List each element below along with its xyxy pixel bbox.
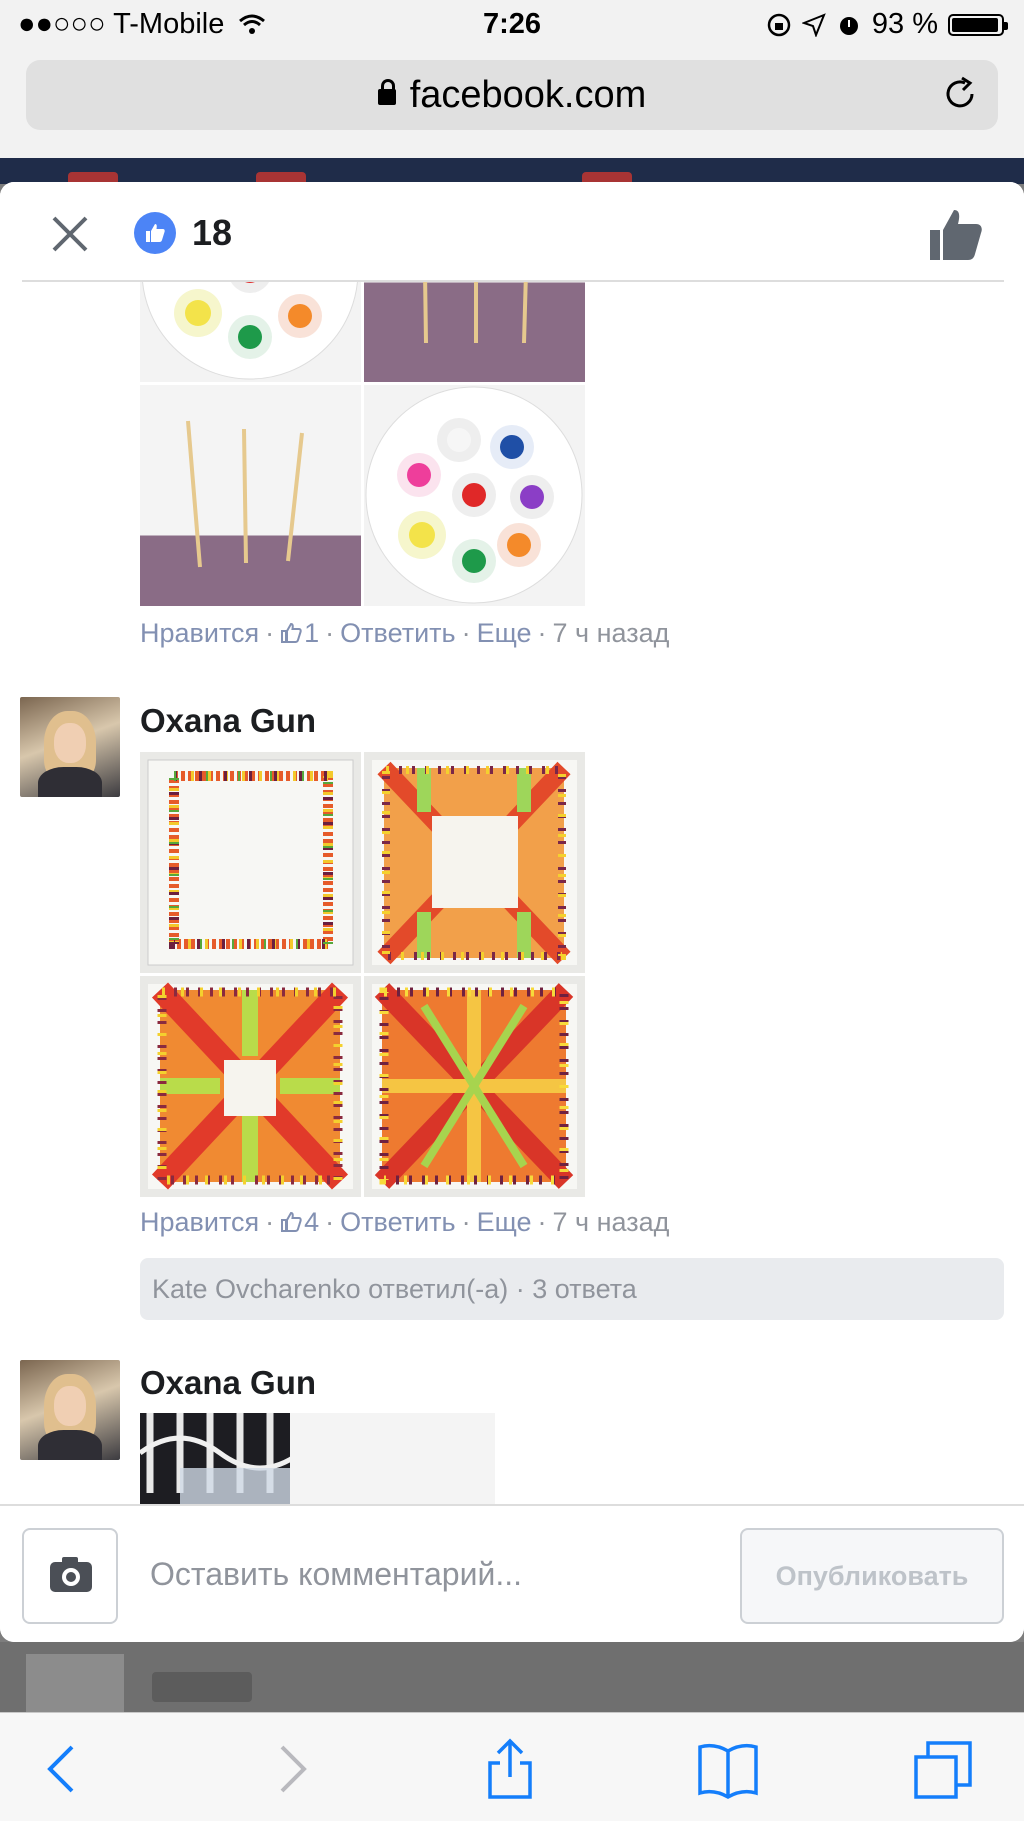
camera-button[interactable] (22, 1528, 118, 1624)
reply-link[interactable]: Ответить (340, 1207, 455, 1237)
comment-author[interactable]: Oxana Gun (140, 702, 316, 740)
photo-bead-bowls[interactable] (140, 282, 361, 382)
page-underlay (0, 1642, 1024, 1712)
reactions-summary[interactable]: 18 (134, 212, 232, 254)
photo-candy-plate-1[interactable] (140, 752, 361, 973)
photo-candy-plate-3[interactable] (140, 976, 361, 1197)
comment-2-actions: Нравится · 4 · Ответить · Еще · 7 ч назад (140, 1207, 670, 1237)
comment-author[interactable]: Oxana Gun (140, 1364, 316, 1402)
battery-percent: 93 % (871, 8, 938, 40)
address-text[interactable]: facebook.com (26, 74, 998, 117)
status-bar: ●●○○○ T-Mobile 7:26 93 % (0, 0, 1024, 50)
location-icon (801, 12, 826, 37)
bookmarks-icon[interactable] (696, 1737, 760, 1801)
photo-skewers-board[interactable] (364, 282, 585, 382)
reply-link[interactable]: Ответить (340, 618, 455, 648)
like-reaction-icon (134, 212, 176, 254)
reactions-comments-modal: 18 Нравится · 1 · Ответить · Еще · 7 ч н… (0, 182, 1024, 1642)
avatar[interactable] (20, 697, 120, 797)
forward-icon[interactable] (258, 1737, 322, 1801)
reload-icon[interactable] (938, 72, 982, 116)
photo-candy-plate-4[interactable] (364, 976, 585, 1197)
battery-icon (948, 13, 1008, 36)
lock-icon (377, 79, 396, 105)
more-link[interactable]: Еще (477, 1207, 532, 1237)
comment-time: 7 ч назад (552, 618, 670, 648)
photo-bead-bowls-2[interactable] (364, 385, 585, 606)
comment-time: 7 ч назад (552, 1207, 670, 1237)
comment-1-photo-grid[interactable] (140, 282, 585, 606)
close-icon[interactable] (48, 212, 92, 256)
modal-header: 18 (0, 182, 1024, 282)
comments-feed[interactable]: Нравится · 1 · Ответить · Еще · 7 ч назад Oxana … (0, 282, 1024, 1504)
comment-3-photo[interactable] (140, 1413, 495, 1504)
header-divider (22, 280, 1004, 282)
camera-icon (50, 1557, 92, 1592)
publish-button[interactable]: Опубликовать (740, 1528, 1004, 1624)
facebook-header-strip (0, 158, 1024, 184)
like-count: 18 (192, 212, 233, 253)
alarm-icon (839, 16, 858, 35)
tabs-icon[interactable] (912, 1737, 976, 1801)
like-link[interactable]: Нравится (140, 618, 259, 648)
browser-toolbar (0, 1712, 1024, 1821)
address-field[interactable]: facebook.com (26, 60, 998, 130)
like-icon[interactable] (928, 206, 984, 262)
comment-1-actions: Нравится · 1 · Ответить · Еще · 7 ч назад (140, 618, 670, 648)
rotation-lock-icon (767, 13, 791, 36)
url-text: facebook.com (409, 74, 647, 116)
like-count[interactable]: 4 (304, 1207, 319, 1237)
comment-composer: Оставить комментарий... Опубликовать (0, 1504, 1024, 1642)
like-count-icon (281, 622, 302, 643)
like-count[interactable]: 1 (304, 618, 319, 648)
replies-summary[interactable]: Kate Ovcharenko ответил(-а) · 3 ответа (140, 1258, 1004, 1320)
photo-candy-plate-2[interactable] (364, 752, 585, 973)
status-right: 93 % (766, 8, 1008, 41)
photo-skewers-board-2[interactable] (140, 385, 361, 606)
more-link[interactable]: Еще (477, 618, 532, 648)
avatar[interactable] (20, 1360, 120, 1460)
comment-2-photo-grid[interactable] (140, 752, 585, 1197)
like-link[interactable]: Нравится (140, 1207, 259, 1237)
like-count-icon (281, 1211, 302, 1232)
browser-url-bar: facebook.com (0, 50, 1024, 158)
back-icon[interactable] (32, 1737, 96, 1801)
comment-input[interactable]: Оставить комментарий... (150, 1556, 522, 1593)
share-icon[interactable] (478, 1737, 542, 1801)
